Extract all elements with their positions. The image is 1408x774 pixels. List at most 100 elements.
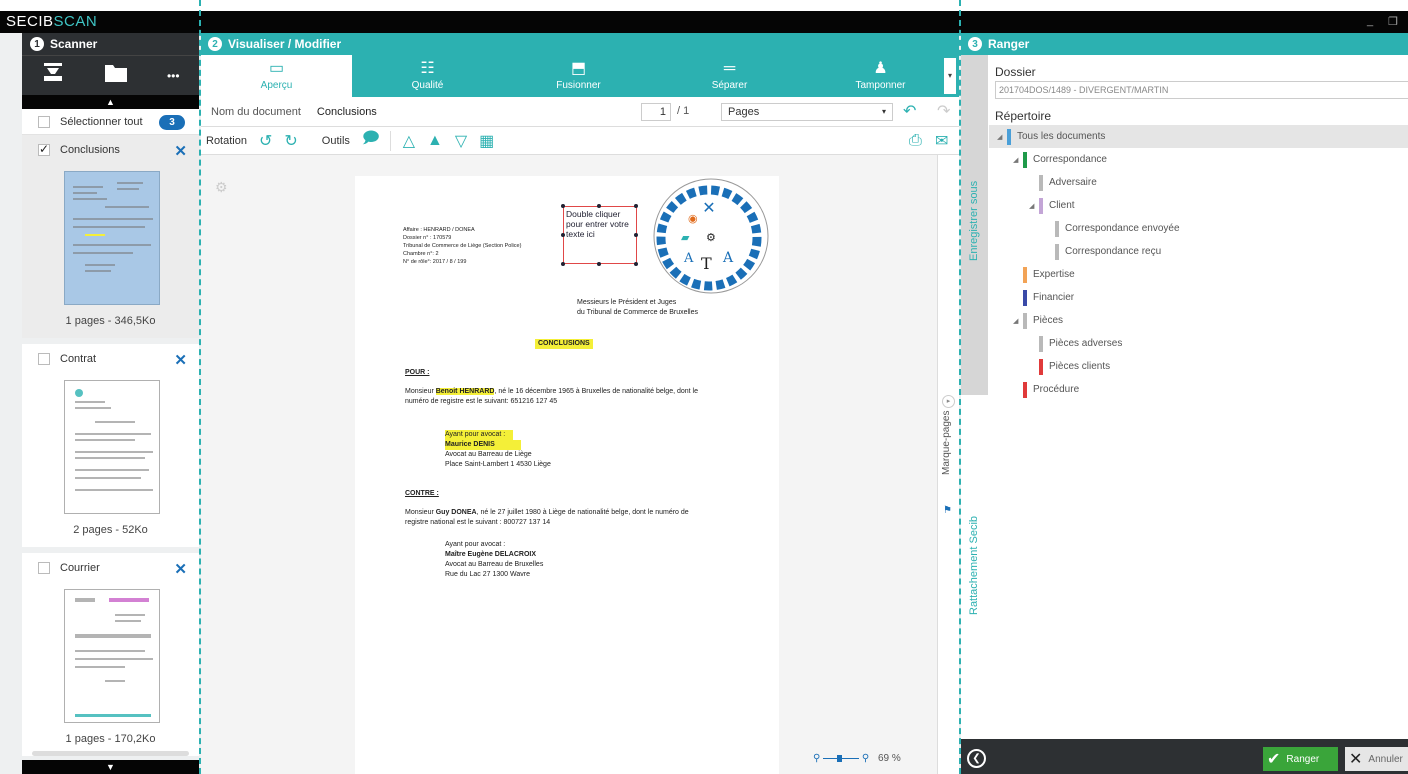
document-viewer[interactable]: ⚙ Affaire : HENRARD / DONEA Dossier n° :…	[201, 155, 937, 774]
document-card[interactable]: Contrat ✕ 2 pages - 52Ko	[22, 344, 199, 553]
select-all-checkbox[interactable]	[38, 115, 50, 128]
save-under-tab[interactable]: Enregistrer sous	[968, 181, 980, 261]
tree-node[interactable]: Financier	[989, 286, 1408, 309]
tree-node-label: Correspondance reçu	[1065, 246, 1162, 257]
print-icon[interactable]: ⎙	[909, 132, 922, 150]
app-logo: SECIBSCAN	[6, 13, 98, 30]
eraser-icon[interactable]: ▲	[427, 132, 443, 150]
ranger-button[interactable]: ✔ Ranger	[1263, 747, 1338, 771]
horizontal-scrollbar[interactable]	[32, 751, 189, 756]
expand-arrow-icon[interactable]: ◢	[1029, 202, 1039, 210]
tree-node[interactable]: Procédure	[989, 378, 1408, 401]
page-number-input[interactable]: 1	[641, 103, 671, 121]
viewer-tabs: ▭ Aperçu ☷ Qualité ⬒ Fusionner ═ Séparer ♟ Ta…	[201, 55, 959, 97]
edit-toolbar: Rotation ↺ ↻ Outils 🗩 △ ▲ ▽ ▦ ⎙ ✉	[201, 127, 959, 155]
rotate-right-icon[interactable]: ↻	[284, 131, 297, 151]
redo-icon[interactable]: ↷	[937, 101, 950, 121]
stamp-icon: ♟	[873, 60, 888, 77]
tab-qualite[interactable]: ☷ Qualité	[352, 55, 503, 97]
document-checkbox[interactable]	[38, 562, 50, 574]
document-thumbnail[interactable]	[64, 171, 160, 305]
more-icon[interactable]: •••	[167, 69, 180, 83]
text-annotation-box[interactable]: Double cliquer pour entrer votre texte i…	[561, 204, 638, 266]
preview-icon: ▭	[268, 60, 285, 77]
shape-icon[interactable]: ▽	[455, 131, 467, 151]
divider	[199, 0, 201, 774]
bookmarks-sidebar[interactable]: ▸ Marque-pages ⚑	[937, 155, 959, 774]
document-count-badge: 3	[159, 115, 185, 130]
tabs-menu-button[interactable]: ▾	[944, 58, 956, 94]
document-thumbnail[interactable]	[64, 380, 160, 514]
close-icon[interactable]: ✕	[174, 351, 187, 369]
scanner-icon[interactable]	[41, 61, 65, 90]
document-checkbox[interactable]	[38, 142, 50, 156]
close-icon[interactable]: ✕	[174, 560, 187, 578]
zoom-out-icon[interactable]: ⚲	[813, 753, 820, 764]
pour-heading: POUR :	[405, 369, 430, 376]
tree-node[interactable]: Pièces clients	[989, 355, 1408, 378]
rotate-left-icon[interactable]: ↺	[259, 131, 272, 151]
bookmark-icon[interactable]: ⚑	[943, 505, 952, 516]
svg-text:T: T	[701, 254, 712, 273]
tree-node[interactable]: Adversaire	[989, 171, 1408, 194]
expand-icon[interactable]: ▸	[942, 395, 955, 408]
gear-icon[interactable]: ⚙	[215, 179, 228, 196]
radial-tool-menu[interactable]: ✕ ◉ ⚙ ▰ A T A	[651, 176, 771, 296]
undo-icon[interactable]: ↶	[903, 101, 916, 121]
tab-apercu[interactable]: ▭ Aperçu	[201, 55, 352, 97]
minimize-icon[interactable]: _	[1367, 15, 1373, 27]
folder-icon[interactable]	[104, 62, 128, 89]
document-card[interactable]: Conclusions ✕ 1 pages - 346,5Ko	[22, 135, 199, 344]
scroll-down-icon[interactable]: ▼	[22, 760, 199, 774]
annuler-button[interactable]: ✕ Annuler	[1345, 747, 1408, 771]
document-checkbox[interactable]	[38, 353, 50, 365]
tab-fusionner[interactable]: ⬒ Fusionner	[503, 55, 654, 97]
folder-color-icon	[1039, 197, 1043, 214]
bookmarks-label[interactable]: Marque-pages	[941, 411, 952, 475]
folder-color-icon	[1039, 335, 1043, 352]
comment-icon[interactable]: 🗩	[362, 127, 380, 154]
contre-heading: CONTRE :	[405, 490, 439, 497]
scanner-toolbar: •••	[22, 55, 199, 95]
expand-arrow-icon[interactable]: ◢	[1013, 317, 1023, 325]
tree-node[interactable]: ◢ Correspondance	[989, 148, 1408, 171]
close-icon[interactable]: ✕	[174, 142, 187, 160]
tree-node[interactable]: ◢ Tous les documents	[989, 125, 1408, 148]
page-select[interactable]: Pages ▾	[721, 103, 893, 121]
document-thumbnail[interactable]	[64, 589, 160, 723]
zoom-slider[interactable]	[823, 754, 860, 762]
tree-node[interactable]: Pièces adverses	[989, 332, 1408, 355]
document-page[interactable]: Affaire : HENRARD / DONEA Dossier n° : 1…	[355, 176, 779, 774]
scanner-panel: 1Scanner ••• ▲ Sélectionner tout 3 Concl…	[22, 33, 199, 774]
dossier-label: Dossier	[995, 65, 1036, 79]
tree-node[interactable]: Correspondance reçu	[989, 240, 1408, 263]
back-icon[interactable]: ❮	[967, 749, 986, 768]
maximize-icon[interactable]: ❐	[1388, 15, 1398, 28]
dossier-input[interactable]: 201704DOS/1489 - DIVERGENT/MARTIN	[995, 81, 1408, 99]
tree-node-label: Financier	[1033, 292, 1075, 303]
tree-node[interactable]: ◢ Pièces	[989, 309, 1408, 332]
expand-arrow-icon[interactable]: ◢	[997, 133, 1007, 141]
attach-secib-tab[interactable]: Rattachement Secib	[968, 516, 980, 615]
mail-icon[interactable]: ✉	[935, 131, 948, 151]
tab-tamponner[interactable]: ♟ Tamponner	[805, 55, 956, 97]
tree-node-label: Client	[1049, 200, 1075, 211]
folder-color-icon	[1023, 312, 1027, 329]
tree-node[interactable]: ◢ Client	[989, 194, 1408, 217]
text-icon[interactable]: ▦	[479, 131, 494, 151]
tree-node-label: Pièces clients	[1049, 361, 1111, 372]
highlighter-icon[interactable]: △	[403, 131, 415, 151]
document-card[interactable]: Courrier ✕ 1 pages - 170,2Ko	[22, 553, 199, 762]
tab-separer[interactable]: ═ Séparer	[654, 55, 805, 97]
tree-node[interactable]: Expertise	[989, 263, 1408, 286]
scroll-up-icon[interactable]: ▲	[22, 95, 199, 109]
folder-color-icon	[1055, 243, 1059, 260]
filing-header: 3 Ranger	[961, 33, 1408, 55]
expand-arrow-icon[interactable]: ◢	[1013, 156, 1023, 164]
select-all-row[interactable]: Sélectionner tout 3	[22, 109, 199, 135]
zoom-in-icon[interactable]: ⚲	[862, 753, 869, 764]
tree-node-label: Adversaire	[1049, 177, 1097, 188]
tree-node[interactable]: Correspondance envoyée	[989, 217, 1408, 240]
zoom-control[interactable]: ⚲ ⚲ 69 %	[813, 753, 901, 764]
document-name-value[interactable]: Conclusions	[317, 106, 377, 118]
